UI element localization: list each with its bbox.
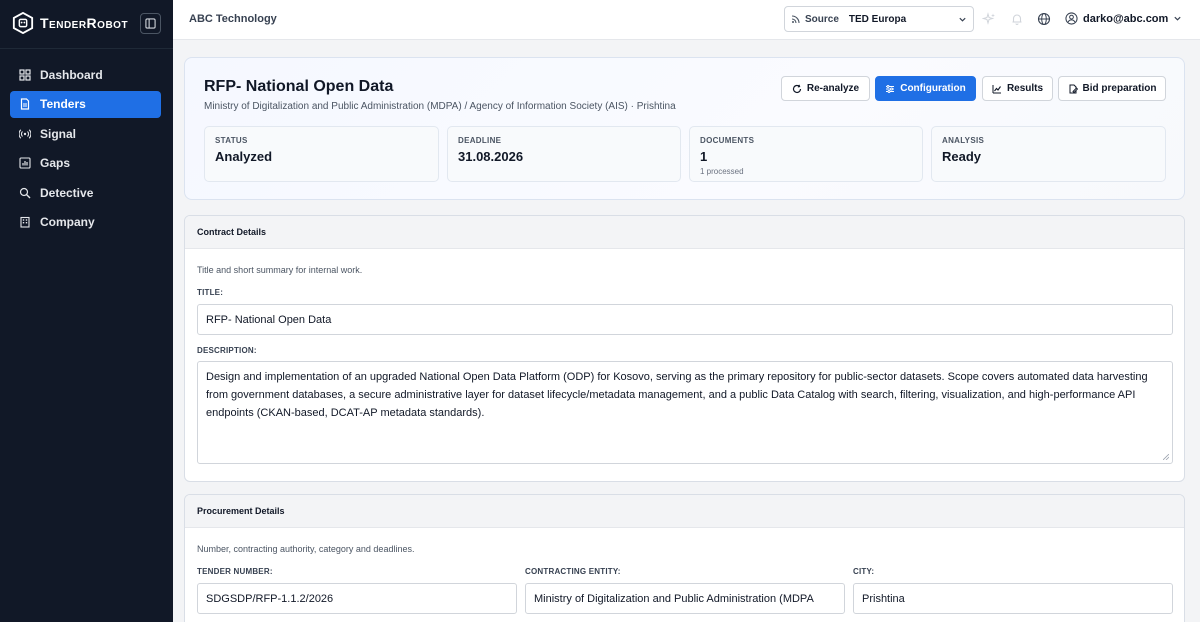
reanalyze-label: Re-analyze [806,83,860,94]
tender-header-card: RFP- National Open Data Ministry of Digi… [184,57,1185,200]
sidebar-item-company[interactable]: Company [10,209,161,236]
tender-number-input[interactable]: SDGSDP/RFP-1.1.2/2026 [197,583,517,614]
resize-handle-icon[interactable] [1163,454,1169,460]
stat-documents: DOCUMENTS 1 1 processed [689,126,923,182]
chevron-down-icon [959,17,966,22]
procurement-details-description: Number, contracting authority, category … [197,544,415,554]
globe-icon[interactable] [1037,12,1051,26]
sidebar-item-gaps[interactable]: Gaps [10,150,161,177]
tender-number-label: TENDER NUMBER: [197,567,273,576]
sidebar-toggle-icon [145,18,156,29]
sparkle-icon[interactable] [982,12,996,26]
description-label: DESCRIPTION: [197,346,257,355]
dashboard-icon [19,68,31,81]
procurement-details-card: Procurement Details Number, contracting … [184,494,1185,622]
contract-details-heading: Contract Details [185,216,1184,249]
stat-note: 1 processed [700,167,744,176]
sidebar-item-label: Signal [40,126,77,141]
document-icon [20,98,30,110]
sidebar-item-signal[interactable]: Signal [10,120,161,147]
contract-details-card: Contract Details Title and short summary… [184,215,1185,482]
results-button[interactable]: Results [982,76,1053,101]
sidebar-item-label: Company [40,215,95,229]
bid-preparation-button[interactable]: Bid preparation [1058,76,1166,101]
building-icon [20,216,30,228]
stat-label: ANALYSIS [942,136,985,145]
stat-status: STATUS Analyzed [204,126,439,182]
refresh-icon [792,84,801,93]
sidebar-divider [0,48,173,49]
stat-label: DOCUMENTS [700,136,755,145]
description-textarea[interactable]: Design and implementation of an upgraded… [197,361,1173,464]
signal-icon [19,128,31,139]
bid-preparation-label: Bid preparation [1082,83,1157,94]
organization-name: ABC Technology [189,13,277,25]
sidebar-nav: Dashboard Tenders Signal Gaps Detective … [10,61,161,238]
user-email: darko@abc.com [1083,12,1169,25]
procurement-details-heading: Procurement Details [185,495,1184,528]
source-select[interactable]: Source TED Europa [784,6,974,32]
stat-analysis: ANALYSIS Ready [931,126,1166,182]
stat-value: 31.08.2026 [458,149,524,164]
stat-label: STATUS [215,136,248,145]
contracting-entity-label: CONTRACTING ENTITY: [525,567,621,576]
sidebar-item-label: Detective [40,185,94,200]
tenderrobot-logo-icon [12,12,34,34]
topbar: ABC Technology Source TED Europa darko@a… [173,0,1200,40]
reanalyze-button[interactable]: Re-analyze [781,76,870,101]
sidebar-item-dashboard[interactable]: Dashboard [10,61,161,88]
chevron-down-icon [1174,16,1181,21]
stat-label: DEADLINE [458,136,502,145]
brand[interactable]: TenderRobot [12,12,128,34]
configuration-label: Configuration [900,83,966,94]
source-label: Source [805,13,839,25]
city-label: CITY: [853,567,875,576]
sidebar-item-tenders[interactable]: Tenders [10,90,161,118]
title-label: TITLE: [197,288,224,297]
stat-value: Ready [942,149,982,164]
user-menu[interactable]: darko@abc.com [1065,12,1182,25]
stat-deadline: DEADLINE 31.08.2026 [447,126,681,182]
brand-name: TenderRobot [40,15,129,31]
title-input[interactable]: RFP- National Open Data [197,304,1173,335]
sidebar-item-label: Gaps [40,156,71,170]
sidebar: TenderRobot Dashboard Tenders Signal Gap… [0,0,173,622]
sliders-icon [886,84,895,93]
rss-icon [791,15,800,24]
city-input[interactable]: Prishtina [853,583,1173,614]
sidebar-item-label: Tenders [40,97,86,111]
tender-subtitle: Ministry of Digitalization and Public Ad… [204,101,676,112]
user-avatar-icon [1065,12,1078,25]
tender-title: RFP- National Open Data [204,78,394,95]
collapse-sidebar-button[interactable] [140,13,161,34]
source-value: TED Europa [848,13,907,25]
bell-icon[interactable] [1010,12,1024,26]
sidebar-item-label: Dashboard [40,67,103,82]
chart-icon [19,157,31,169]
file-edit-icon [1069,84,1078,93]
contract-details-description: Title and short summary for internal wor… [197,265,363,275]
contracting-entity-input[interactable]: Ministry of Digitalization and Public Ad… [525,583,845,614]
stat-value: 1 [700,149,708,164]
sidebar-item-detective[interactable]: Detective [10,179,161,206]
configuration-button[interactable]: Configuration [875,76,976,101]
stat-value: Analyzed [215,149,273,164]
line-chart-icon [992,84,1001,93]
description-text: Design and implementation of an upgraded… [206,371,1148,419]
detective-icon [19,187,31,198]
results-label: Results [1006,83,1044,94]
